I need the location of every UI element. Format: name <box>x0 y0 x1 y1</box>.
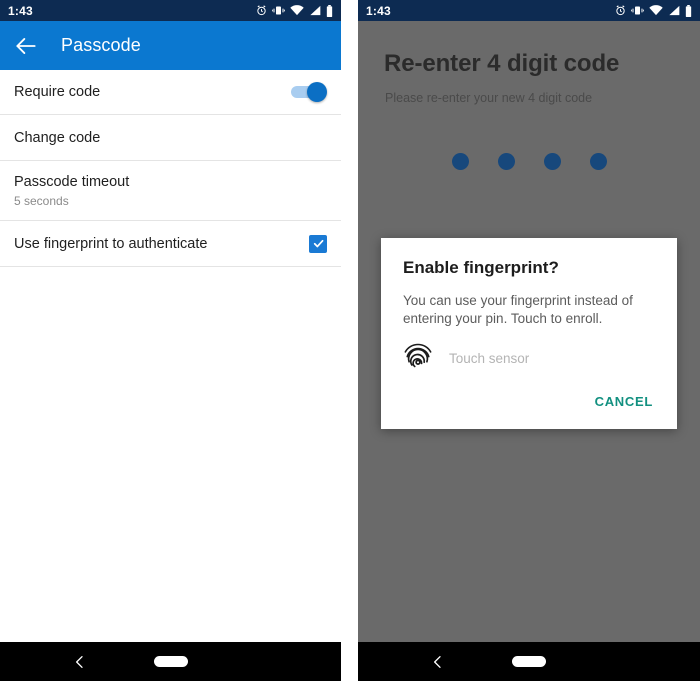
pin-dot <box>497 153 515 170</box>
pin-subheading: Please re-enter your new 4 digit code <box>385 91 593 105</box>
dialog-title: Enable fingerprint? <box>403 258 559 277</box>
nav-bar-right <box>358 642 700 681</box>
enable-fingerprint-dialog: Enable fingerprint? You can use your fin… <box>381 238 677 429</box>
app-bar: Passcode <box>0 21 341 70</box>
signal-icon <box>668 5 680 16</box>
settings-row-use-fingerprint[interactable]: Use fingerprint to authenticate <box>0 221 341 267</box>
settings-row-require-code[interactable]: Require code <box>0 70 341 115</box>
vibrate-icon <box>272 5 285 16</box>
alarm-icon <box>256 5 267 16</box>
settings-row-label: Change code <box>14 129 101 146</box>
battery-icon <box>326 4 333 17</box>
use-fingerprint-checkbox[interactable] <box>309 234 327 253</box>
dialog-body-text: You can use your fingerprint instead of … <box>403 293 633 326</box>
status-bar-time: 1:43 <box>8 3 33 18</box>
nav-back-icon[interactable] <box>430 654 446 670</box>
vibrate-icon <box>631 5 644 16</box>
pin-dots <box>358 153 700 170</box>
settings-row-value: 5 seconds <box>14 193 69 208</box>
alarm-icon <box>615 5 626 16</box>
settings-row-passcode-timeout[interactable]: Passcode timeout 5 seconds <box>0 161 341 221</box>
pin-entry-screen: Re-enter 4 digit code Please re-enter yo… <box>358 21 700 681</box>
back-arrow-icon[interactable] <box>13 33 39 59</box>
pin-dot <box>589 153 607 170</box>
status-bar-left: 1:43 <box>0 0 341 21</box>
status-bar-icons <box>256 4 333 17</box>
wifi-icon <box>290 5 304 16</box>
settings-list: Require code Change code Passcode timeou… <box>0 70 341 267</box>
require-code-toggle[interactable] <box>291 82 327 102</box>
status-bar-right: 1:43 <box>358 0 700 21</box>
status-bar-time: 1:43 <box>366 3 391 18</box>
dialog-actions: CANCEL <box>403 390 655 421</box>
signal-icon <box>309 5 321 16</box>
touch-sensor-row[interactable]: Touch sensor <box>403 342 655 374</box>
battery-icon <box>685 4 692 17</box>
home-pill-icon[interactable] <box>512 656 546 667</box>
wifi-icon <box>649 5 663 16</box>
home-pill-icon[interactable] <box>153 656 188 667</box>
toggle-thumb <box>307 82 327 102</box>
status-bar-icons <box>615 4 692 17</box>
page-title: Passcode <box>61 35 141 55</box>
fingerprint-icon <box>403 342 433 374</box>
nav-bar-left <box>0 642 341 681</box>
settings-row-label: Require code <box>14 84 101 100</box>
phone-screenshot-right: 1:43 Re-enter 4 digit code Please re-ent… <box>358 0 700 681</box>
phone-screenshot-left: 1:43 Passcode Require code Change code P… <box>0 0 341 681</box>
cancel-button[interactable]: CANCEL <box>593 390 655 413</box>
pin-dot <box>451 153 469 170</box>
settings-row-label: Use fingerprint to authenticate <box>14 235 208 252</box>
touch-sensor-label: Touch sensor <box>449 350 530 366</box>
pin-heading: Re-enter 4 digit code <box>384 50 620 77</box>
settings-row-change-code[interactable]: Change code <box>0 115 341 161</box>
nav-back-icon[interactable] <box>72 654 88 670</box>
settings-row-label: Passcode timeout <box>14 173 130 190</box>
pin-dot <box>543 153 561 170</box>
